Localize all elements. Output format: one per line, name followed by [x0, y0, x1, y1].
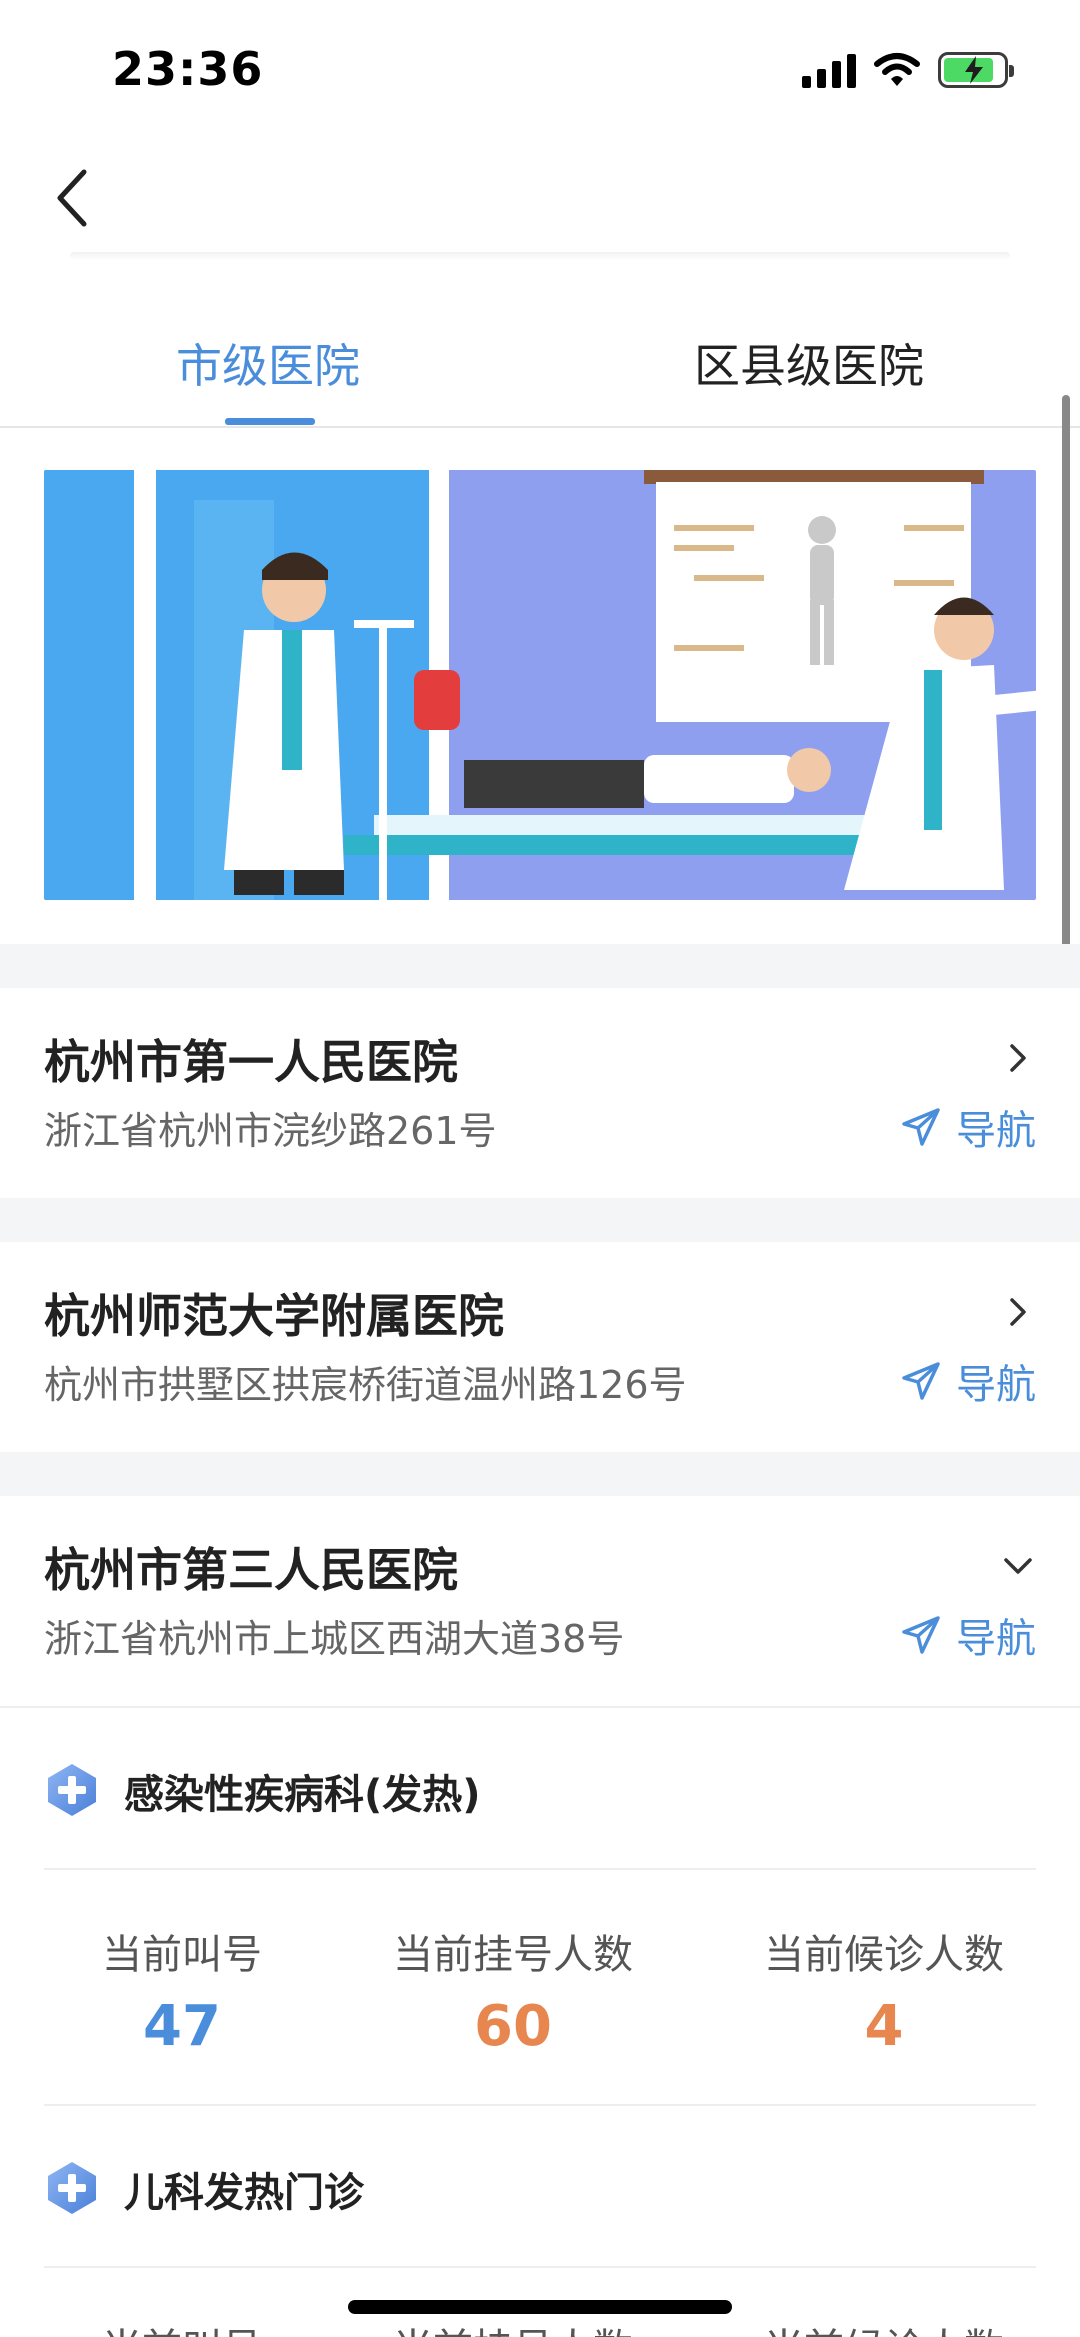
department-header: 感染性疾病科(发热) — [0, 1712, 1080, 1862]
navigate-arrow-icon — [902, 1108, 940, 1146]
stat-label: 当前候诊人数 — [764, 1932, 1004, 1978]
section-gap — [0, 1198, 1080, 1242]
medical-plus-icon — [48, 1764, 96, 1816]
stat-registered-count: 当前挂号人数 60 — [343, 1922, 683, 2059]
stat-label: 当前挂号人数 — [343, 2316, 683, 2337]
tab-district-hospitals[interactable]: 区县级医院 — [694, 330, 924, 396]
hospital-card-expanded[interactable]: 杭州市第三人民医院 浙江省杭州市上城区西湖大道38号 导航 — [0, 1496, 1080, 1706]
hospital-address: 浙江省杭州市上城区西湖大道38号 — [44, 1617, 625, 1661]
stat-label: 当前候诊人数 — [714, 2316, 1054, 2337]
chevron-down-icon[interactable] — [1000, 1548, 1036, 1584]
tab-city-hospitals[interactable]: 市级医院 — [176, 330, 360, 396]
navigate-arrow-icon — [902, 1616, 940, 1654]
hospital-name: 杭州市第三人民医院 — [44, 1543, 458, 1597]
stat-value: 60 — [474, 1994, 552, 2059]
section-gap — [0, 1452, 1080, 1496]
status-bar: 23:36 — [0, 0, 1080, 140]
status-icons — [802, 52, 1014, 88]
home-indicator[interactable] — [348, 2300, 732, 2314]
navigate-label: 导航 — [956, 1362, 1036, 1408]
back-button[interactable] — [36, 162, 108, 234]
wifi-icon — [874, 53, 920, 86]
cellular-signal-icon — [802, 52, 856, 88]
department-name: 感染性疾病科(发热) — [124, 1772, 481, 1818]
stat-label: 当前叫号 — [102, 1932, 262, 1978]
navigate-label: 导航 — [956, 1108, 1036, 1154]
hospital-level-tabs: 市级医院 区县级医院 — [0, 290, 1080, 428]
hospital-name: 杭州市第一人民医院 — [44, 1035, 458, 1089]
department-name: 儿科发热门诊 — [124, 2170, 364, 2216]
stat-current-number: 当前叫号 — [12, 2316, 352, 2337]
medical-plus-icon — [48, 2162, 96, 2214]
stat-value: 4 — [864, 1994, 904, 2059]
navigate-arrow-icon — [902, 1362, 940, 1400]
navigate-label: 导航 — [956, 1616, 1036, 1662]
hospital-address: 杭州市拱墅区拱宸桥街道温州路126号 — [44, 1363, 687, 1407]
stat-label: 当前叫号 — [12, 2316, 352, 2337]
stat-registered-count: 当前挂号人数 — [343, 2316, 683, 2337]
hospital-name: 杭州师范大学附属医院 — [44, 1289, 504, 1343]
department-header: 儿科发热门诊 — [0, 2110, 1080, 2260]
section-gap — [0, 944, 1080, 988]
hospital-address: 浙江省杭州市浣纱路261号 — [44, 1109, 497, 1153]
back-arrow-icon — [57, 169, 87, 227]
chevron-right-icon[interactable] — [1000, 1294, 1036, 1330]
navigate-button[interactable]: 导航 — [900, 1606, 1036, 1664]
stat-waiting-count: 当前候诊人数 — [714, 2316, 1054, 2337]
queue-stats: 当前叫号 当前挂号人数 当前候诊人数 — [0, 2316, 1080, 2337]
stat-current-number: 当前叫号 47 — [12, 1922, 352, 2059]
navigate-button[interactable]: 导航 — [900, 1352, 1036, 1410]
divider — [44, 2104, 1036, 2106]
nav-shadow — [70, 252, 1010, 260]
stat-value: 47 — [143, 1994, 221, 2059]
navigate-button[interactable]: 导航 — [900, 1098, 1036, 1156]
stat-label: 当前挂号人数 — [393, 1932, 633, 1978]
divider — [0, 1706, 1080, 1708]
hospital-banner-illustration — [44, 470, 1036, 900]
status-time: 23:36 — [112, 42, 264, 96]
nav-bar — [0, 140, 1080, 260]
divider — [44, 1868, 1036, 1870]
chevron-right-icon[interactable] — [1000, 1040, 1036, 1076]
stat-waiting-count: 当前候诊人数 4 — [714, 1922, 1054, 2059]
hospital-card[interactable]: 杭州师范大学附属医院 杭州市拱墅区拱宸桥街道温州路126号 导航 — [0, 1242, 1080, 1452]
divider — [44, 2266, 1036, 2268]
active-tab-indicator — [225, 418, 315, 425]
hospital-card[interactable]: 杭州市第一人民医院 浙江省杭州市浣纱路261号 导航 — [0, 988, 1080, 1198]
battery-icon — [938, 52, 1014, 88]
